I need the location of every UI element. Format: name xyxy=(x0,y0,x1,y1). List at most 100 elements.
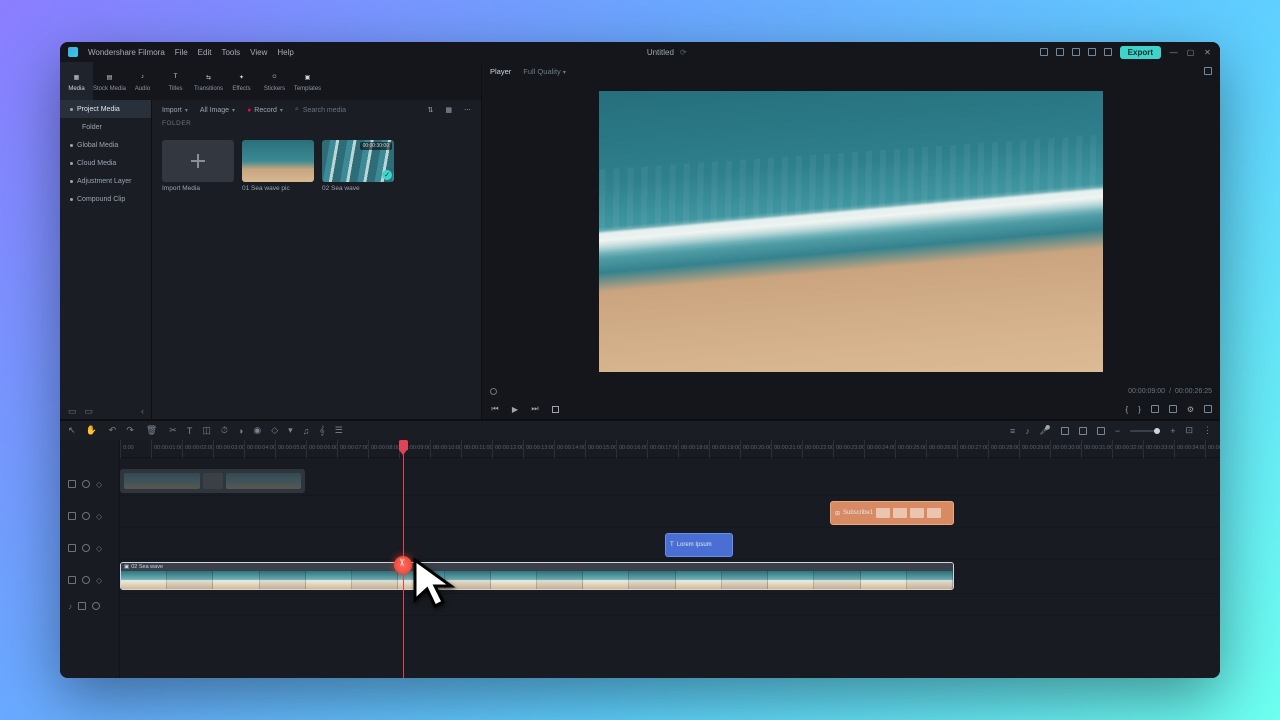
lock-icon[interactable] xyxy=(68,544,76,552)
voiceover-icon[interactable]: 🎤 xyxy=(1040,425,1051,436)
mixer-icon[interactable]: ≡ xyxy=(1010,426,1015,436)
clip-main-video[interactable]: ▣02 Sea wave xyxy=(120,562,954,590)
cloud-sync-icon[interactable]: ⟳ xyxy=(680,48,687,57)
redo-icon[interactable]: ↷ xyxy=(126,425,134,436)
undo-icon[interactable]: ↶ xyxy=(109,425,117,436)
sort-icon[interactable]: ⇅ xyxy=(428,106,434,114)
pointer-tool-icon[interactable]: ↖ xyxy=(68,425,76,436)
quality-dropdown[interactable]: Full Quality ▾ xyxy=(523,67,566,76)
lock-icon[interactable] xyxy=(68,512,76,520)
track-area[interactable]: 0:0000:00:01:0000:00:02:0000:00:03:0000:… xyxy=(120,440,1220,678)
track-header[interactable]: ◇ xyxy=(60,468,119,500)
prev-frame-button[interactable]: ⏮ xyxy=(490,404,500,414)
tab-stock-media[interactable]: ▤Stock Media xyxy=(93,62,126,100)
expand-player-icon[interactable] xyxy=(1204,67,1212,75)
eye-icon[interactable] xyxy=(82,512,90,520)
player-tab[interactable]: Player xyxy=(490,67,511,76)
mute-icon[interactable]: ◇ xyxy=(96,480,102,489)
mute-icon[interactable]: ◇ xyxy=(96,576,102,585)
tab-templates[interactable]: ▣Templates xyxy=(291,62,324,100)
audio-duck-icon[interactable]: ♪ xyxy=(1025,426,1030,436)
zoom-slider[interactable] xyxy=(1130,430,1160,432)
layout-icon-3[interactable] xyxy=(1072,48,1080,56)
tab-audio[interactable]: ♪Audio xyxy=(126,62,159,100)
lock-icon[interactable] xyxy=(68,480,76,488)
sidebar-item-cloud-media[interactable]: Cloud Media xyxy=(60,154,151,172)
delete-icon[interactable]: 🗑 xyxy=(146,425,157,436)
track-header[interactable]: ◇ xyxy=(60,532,119,564)
timeline-more-icon[interactable]: ⋮ xyxy=(1203,425,1212,436)
hand-tool-icon[interactable]: ✋ xyxy=(86,425,97,436)
new-folder-icon[interactable]: ▭ xyxy=(68,406,77,417)
eye-icon[interactable] xyxy=(92,602,100,610)
tab-effects[interactable]: ✦Effects xyxy=(225,62,258,100)
split-icon[interactable]: ✂ xyxy=(169,425,177,436)
clip-subscribe[interactable]: ⊞Subscribe1 xyxy=(830,501,954,525)
zoom-out-icon[interactable]: − xyxy=(1115,426,1120,436)
render-icon[interactable]: ☰ xyxy=(335,425,343,436)
layout-icon-1[interactable] xyxy=(1040,48,1048,56)
scissor-cut-icon[interactable] xyxy=(394,556,412,574)
sidebar-item-folder[interactable]: Folder xyxy=(60,118,151,136)
menu-file[interactable]: File xyxy=(175,48,188,57)
speed-icon[interactable]: ⏱ xyxy=(221,425,228,436)
media-card[interactable]: 00:00:30:00 ✓ 02 Sea wave xyxy=(322,140,394,192)
green-screen-icon[interactable]: ◉ xyxy=(253,425,261,436)
marker-tool-icon[interactable]: ▾ xyxy=(288,425,293,436)
video-track-2[interactable]: TLorem Ipsum xyxy=(120,530,1220,560)
tab-stickers[interactable]: ☺Stickers xyxy=(258,62,291,100)
eye-icon[interactable] xyxy=(82,480,90,488)
mute-icon[interactable]: ◇ xyxy=(96,544,102,553)
track-header[interactable]: ◇ xyxy=(60,500,119,532)
video-track-4[interactable] xyxy=(120,466,1220,496)
menu-tools[interactable]: Tools xyxy=(221,48,240,57)
collapse-icon[interactable]: ‹ xyxy=(141,406,144,416)
layout-icon-5[interactable] xyxy=(1104,48,1112,56)
sidebar-item-adjustment-layer[interactable]: Adjustment Layer xyxy=(60,172,151,190)
more-icon[interactable]: ⋯ xyxy=(464,106,471,114)
snapshot-icon[interactable] xyxy=(1151,405,1159,413)
sidebar-item-global-media[interactable]: Global Media xyxy=(60,136,151,154)
new-bin-icon[interactable]: ▭ xyxy=(85,406,94,417)
fullscreen-icon[interactable] xyxy=(1204,405,1212,413)
video-track-3[interactable]: ⊞Subscribe1 xyxy=(120,498,1220,528)
tab-media[interactable]: ▦Media xyxy=(60,62,93,100)
audio-track-header[interactable]: ♪ xyxy=(60,596,119,616)
layout-icon-2[interactable] xyxy=(1056,48,1064,56)
import-dropdown[interactable]: Import▾ xyxy=(162,107,188,114)
mark-out-icon[interactable]: } xyxy=(1138,405,1141,414)
lock-icon[interactable] xyxy=(68,576,76,584)
search-input[interactable]: ⌕Search media xyxy=(295,106,346,114)
marker-icon[interactable] xyxy=(490,388,497,395)
import-media-card[interactable]: Import Media xyxy=(162,140,234,192)
menu-help[interactable]: Help xyxy=(277,48,293,57)
toggle-2-icon[interactable] xyxy=(1097,427,1105,435)
filter-dropdown[interactable]: All Image▾ xyxy=(200,107,235,114)
track-header[interactable]: ◇ xyxy=(60,564,119,596)
sidebar-item-project-media[interactable]: Project Media xyxy=(60,100,151,118)
media-card[interactable]: 01 Sea wave pic xyxy=(242,140,314,192)
ratio-icon[interactable] xyxy=(1169,405,1177,413)
toggle-1-icon[interactable] xyxy=(1079,427,1087,435)
link-icon[interactable]: 𝄞 xyxy=(319,425,324,436)
playhead[interactable] xyxy=(403,440,404,678)
eye-icon[interactable] xyxy=(82,544,90,552)
settings-icon[interactable]: ⚙ xyxy=(1187,405,1194,414)
text-tool-icon[interactable]: T xyxy=(187,426,193,436)
sidebar-item-compound-clip[interactable]: Compound Clip xyxy=(60,190,151,208)
play-button[interactable]: ▶ xyxy=(510,404,520,414)
mark-in-icon[interactable]: { xyxy=(1125,405,1128,414)
clip-ghost[interactable] xyxy=(120,469,305,493)
tab-titles[interactable]: TTitles xyxy=(159,62,192,100)
menu-view[interactable]: View xyxy=(250,48,267,57)
stop-button[interactable] xyxy=(550,404,560,414)
next-frame-button[interactable]: ⏭ xyxy=(530,404,540,414)
eye-icon[interactable] xyxy=(82,576,90,584)
zoom-in-icon[interactable]: + xyxy=(1170,426,1175,436)
view-icon[interactable]: ▦ xyxy=(445,106,452,114)
close-icon[interactable]: ✕ xyxy=(1203,48,1212,57)
color-icon[interactable]: ◑ xyxy=(238,426,243,436)
snap-icon[interactable] xyxy=(1061,427,1069,435)
lock-icon[interactable] xyxy=(78,602,86,610)
export-button[interactable]: Export xyxy=(1120,46,1161,59)
